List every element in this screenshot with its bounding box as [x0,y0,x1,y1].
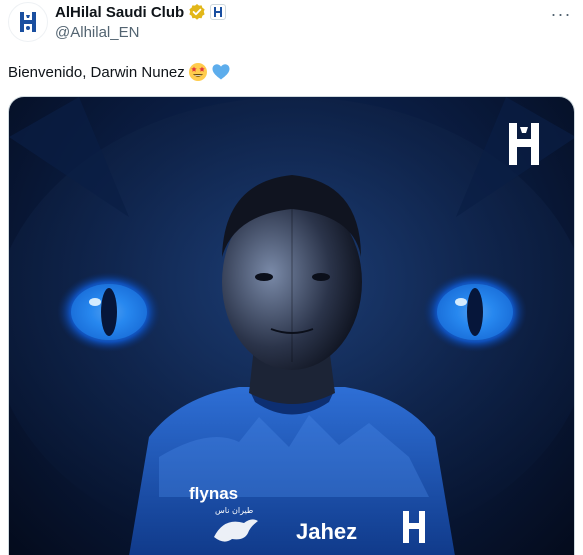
account-avatar[interactable] [8,2,48,42]
verified-badge-icon[interactable] [188,3,206,21]
alhilal-logo-icon [20,12,36,32]
more-dots-icon: ··· [550,3,572,24]
light-blue-heart-emoji-icon [211,62,231,82]
tweet-text: Bienvenido, Darwin Nunez [8,62,231,82]
tweet-header: AlHilal Saudi Club @Alhilal_EN ··· [0,0,583,55]
account-handle[interactable]: @Alhilal_EN [55,24,139,41]
name-row: AlHilal Saudi Club [55,2,227,22]
player-announcement-artwork: flynas طيران ناس Jahez [9,97,574,555]
jersey-sponsor-arabic-text: طيران ناس [215,506,253,515]
jersey-sponsor-text: flynas [189,484,238,503]
star-struck-emoji-icon [188,62,208,82]
tweet-media-image[interactable]: flynas طيران ناس Jahez [8,96,575,555]
jersey-chest-text: Jahez [296,519,357,544]
affiliation-badge-icon[interactable] [210,4,227,20]
more-options-button[interactable]: ··· [548,4,574,24]
tweet-text-content: Bienvenido, Darwin Nunez [8,63,185,81]
display-name[interactable]: AlHilal Saudi Club [55,4,184,21]
